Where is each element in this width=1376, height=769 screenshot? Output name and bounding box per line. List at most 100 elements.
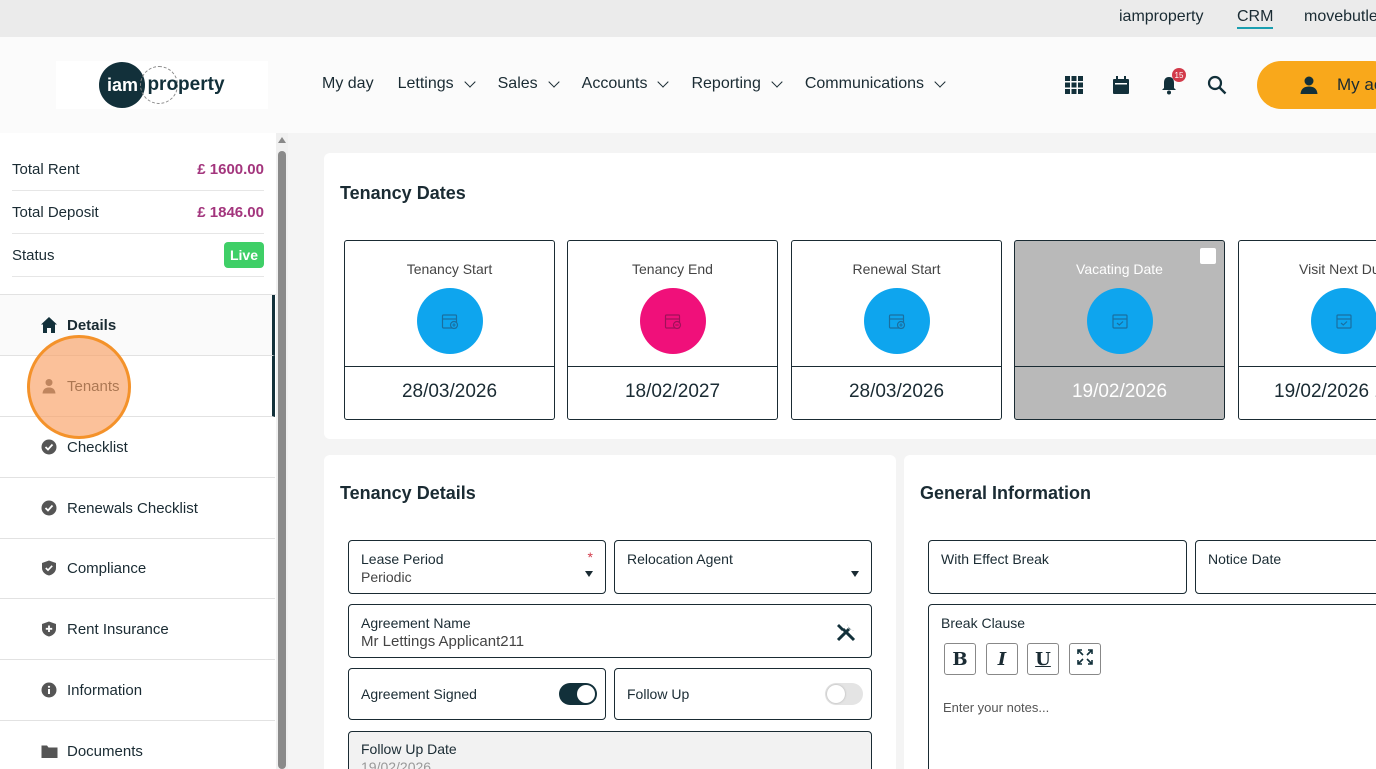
- lease-period-select[interactable]: Lease Period Periodic *: [348, 540, 606, 594]
- agreement-name-field[interactable]: Agreement Name Mr Lettings Applicant211: [348, 604, 872, 658]
- sidebar-item-documents[interactable]: Documents: [0, 721, 275, 769]
- sidebar-item-rent-insurance[interactable]: Rent Insurance: [0, 599, 275, 660]
- bold-button[interactable]: B: [944, 643, 976, 675]
- date-box-renewal-start[interactable]: Renewal Start 28/03/2026: [791, 240, 1002, 420]
- total-rent-value: £ 1600.00: [197, 160, 264, 178]
- break-clause-editor: Break Clause Enter your notes...: [928, 604, 1376, 769]
- with-effect-break-field[interactable]: With Effect Break: [928, 540, 1187, 594]
- date-box-label: Visit Next Du: [1299, 261, 1376, 277]
- sidebar-item-label: Documents: [67, 742, 143, 760]
- notes-textarea[interactable]: Enter your notes...: [943, 700, 1049, 715]
- sidebar-item-checklist[interactable]: Checklist: [0, 417, 275, 478]
- nav-accounts[interactable]: Accounts: [581, 75, 670, 93]
- tenancy-dates-title: Tenancy Dates: [340, 183, 466, 203]
- sidebar-item-information[interactable]: Information: [0, 660, 275, 721]
- agreement-signed-toggle[interactable]: [559, 683, 597, 705]
- sidebar-item-label: Renewals Checklist: [67, 499, 198, 517]
- search-icon[interactable]: [1207, 75, 1227, 95]
- apps-grid-icon[interactable]: [1064, 75, 1084, 95]
- check-circle-icon: [40, 438, 58, 456]
- sidebar-scrollbar[interactable]: [276, 133, 288, 769]
- top-strip: iamproperty CRM movebutler: [0, 0, 1376, 37]
- caret-down-icon: [585, 571, 593, 577]
- status-label: Status: [12, 246, 55, 264]
- follow-up-row: Follow Up: [614, 668, 872, 720]
- with-effect-break-label: With Effect Break: [941, 551, 1049, 567]
- agreement-signed-label: Agreement Signed: [361, 686, 477, 702]
- my-account-label: My ac: [1337, 75, 1376, 94]
- date-box-tenancy-end[interactable]: Tenancy End 18/02/2027: [567, 240, 778, 420]
- calendar-check-icon: [1087, 288, 1153, 354]
- chevron-down-icon: [934, 75, 946, 88]
- date-box-tenancy-start[interactable]: Tenancy Start 28/03/2026: [344, 240, 555, 420]
- general-information-title: General Information: [920, 483, 1092, 503]
- relocation-agent-label: Relocation Agent: [627, 551, 733, 567]
- date-box-visit-next-due[interactable]: Visit Next Du 19/02/2026 1: [1238, 240, 1376, 420]
- date-box-divider: [792, 366, 1001, 367]
- date-box-vacating-date[interactable]: Vacating Date 19/02/2026: [1014, 240, 1225, 420]
- iamproperty-link[interactable]: iamproperty: [1119, 8, 1203, 26]
- required-marker: *: [587, 549, 593, 565]
- tools-icon[interactable]: [835, 621, 857, 648]
- date-box-value: 28/03/2026: [401, 381, 498, 402]
- nav-reporting[interactable]: Reporting: [691, 75, 783, 93]
- relocation-agent-select[interactable]: Relocation Agent: [614, 540, 872, 594]
- vacating-checkbox[interactable]: [1200, 248, 1216, 264]
- follow-up-date-field[interactable]: Follow Up Date 19/02/2026: [348, 731, 872, 769]
- nav-label: Reporting: [691, 75, 761, 92]
- date-box-label: Vacating Date: [1076, 261, 1163, 277]
- scroll-thumb[interactable]: [278, 151, 286, 769]
- calendar-minus-icon: [640, 288, 706, 354]
- iamproperty-logo[interactable]: iam property: [56, 61, 268, 109]
- italic-button[interactable]: I: [986, 643, 1018, 675]
- fullscreen-button[interactable]: [1069, 643, 1101, 675]
- notice-date-label: Notice Date: [1208, 551, 1282, 567]
- lease-period-value: Periodic: [361, 569, 412, 585]
- follow-up-toggle[interactable]: [825, 683, 863, 705]
- notification-badge: 15: [1172, 68, 1186, 82]
- nav-label: Lettings: [397, 75, 454, 92]
- calendar-icon[interactable]: [1111, 75, 1131, 95]
- sidebar-item-compliance[interactable]: Compliance: [0, 538, 275, 599]
- chevron-down-icon: [463, 75, 476, 88]
- date-box-divider: [1239, 366, 1376, 367]
- sidebar-item-details[interactable]: Details: [0, 295, 275, 356]
- shield-check-icon: [40, 559, 58, 577]
- nav-lettings[interactable]: Lettings: [397, 75, 476, 93]
- agreement-name-label: Agreement Name: [361, 615, 471, 631]
- break-clause-label: Break Clause: [941, 615, 1026, 631]
- nav-label: My day: [322, 75, 374, 92]
- status-badge: Live: [223, 242, 264, 268]
- info-icon: [40, 681, 58, 699]
- nav-label: Accounts: [581, 75, 648, 92]
- notice-date-field[interactable]: Notice Date: [1195, 540, 1376, 594]
- underline-button[interactable]: U: [1027, 643, 1059, 675]
- scroll-up-arrow[interactable]: [278, 137, 286, 143]
- crm-link[interactable]: CRM: [1237, 8, 1274, 29]
- follow-up-label: Follow Up: [627, 686, 690, 702]
- status-row: Status Live: [12, 234, 264, 277]
- date-box-value: 19/02/2026 1: [1274, 381, 1376, 402]
- sidebar: Total Rent £ 1600.00 Total Deposit £ 184…: [0, 133, 276, 769]
- agreement-signed-row: Agreement Signed: [348, 668, 606, 720]
- check-circle-icon: [40, 499, 58, 517]
- date-box-value: 28/03/2026: [848, 381, 945, 402]
- bell-icon[interactable]: 15: [1159, 68, 1186, 95]
- sidebar-item-label: Rent Insurance: [67, 620, 169, 638]
- sidebar-item-tenants[interactable]: Tenants: [0, 356, 275, 417]
- sidebar-item-renewals-checklist[interactable]: Renewals Checklist: [0, 478, 275, 539]
- sidebar-item-label: Tenants: [67, 377, 120, 395]
- home-icon: [40, 316, 58, 334]
- sidebar-item-label: Information: [67, 681, 143, 699]
- chevron-down-icon: [657, 75, 670, 88]
- nav-my-day[interactable]: My day: [322, 75, 374, 93]
- nav-label: Sales: [497, 75, 538, 92]
- movebutler-link[interactable]: movebutler: [1304, 8, 1376, 26]
- my-account-button[interactable]: My ac: [1257, 61, 1376, 109]
- sidebar-item-label: Checklist: [67, 438, 128, 456]
- expand-icon: [1077, 648, 1093, 670]
- nav-communications[interactable]: Communications: [804, 75, 946, 93]
- nav-sales[interactable]: Sales: [497, 75, 560, 93]
- nav-label: Communications: [804, 75, 924, 92]
- date-box-label: Tenancy Start: [406, 261, 493, 277]
